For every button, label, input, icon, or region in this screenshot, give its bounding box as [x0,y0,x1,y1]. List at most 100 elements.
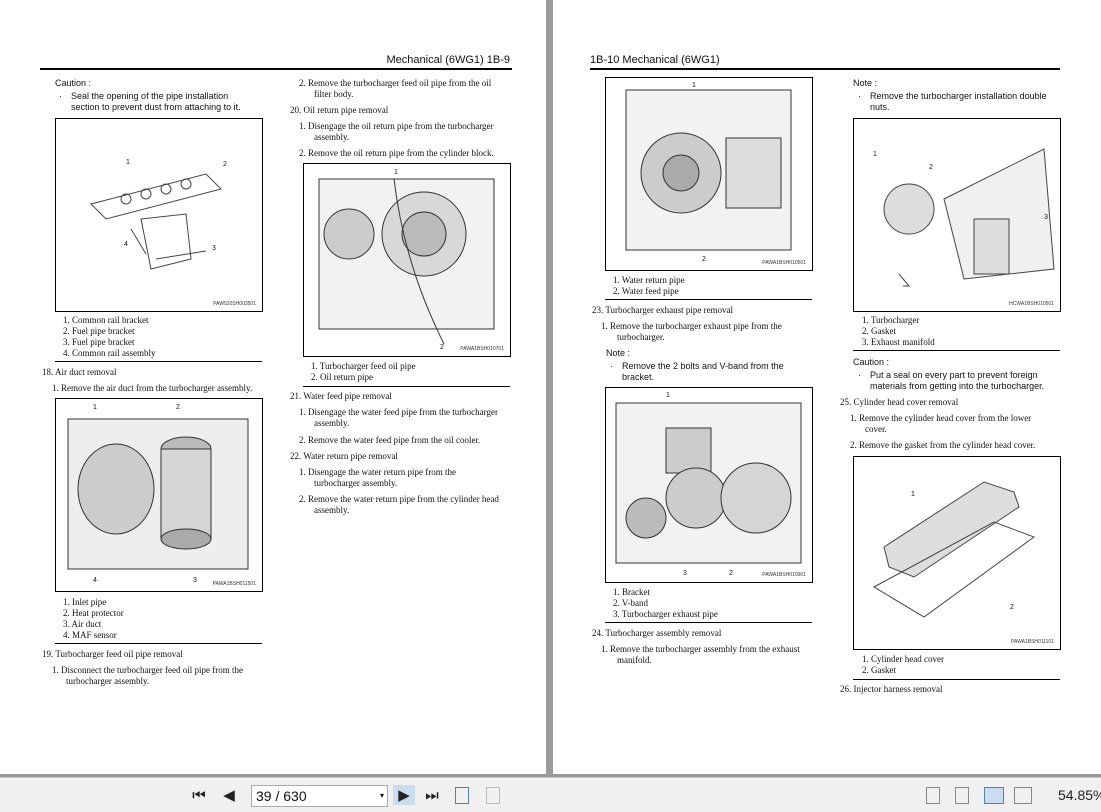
step-text: 1. Disconnect the turbocharger feed oil … [52,665,244,675]
figure-id: PAWA1BSH011101 [1011,639,1054,645]
step-text: 2. Remove the oil return pipe from the c… [299,148,494,158]
step-text: 1. Disengage the water feed pipe from th… [299,407,499,417]
page-header: 1B-10 Mechanical (6WG1) [590,54,720,66]
legend-item: 4. Common rail assembly [63,348,156,358]
step-text: 2. Remove the water feed pipe from the o… [299,435,481,445]
callout: 1 [666,392,670,399]
callout: 2 [702,256,706,263]
step-heading: 24. Turbocharger assembly removal [592,628,722,638]
divider [303,386,510,387]
caution-text: section to prevent dust from attaching t… [71,102,241,112]
callout: 1 [873,151,877,158]
callout: 1 [394,169,398,176]
legend-item: 2. V-band [613,598,649,608]
first-page-icon[interactable]: ⏮ [188,785,210,805]
figure-oil-pipes: 1 2 PAWA1BSH010701 [303,163,511,357]
legend-item: 2. Fuel pipe bracket [63,326,135,336]
note-text: bracket. [622,372,655,382]
callout: 2 [440,344,444,351]
single-page-view-icon[interactable] [926,787,940,804]
caution-text: Seal the opening of the pipe installatio… [71,91,229,101]
callout: 2 [729,570,733,577]
step-text: 1. Remove the air duct from the turbocha… [52,383,253,393]
legend-item: 3. Exhaust manifold [862,337,935,347]
step-text: assembly. [314,418,350,428]
figure-id: PAWA1BSH010901 [762,572,806,578]
figure-id: PAWA1BSH010701 [460,346,504,352]
step-heading: 18. Air duct removal [42,367,117,377]
legend-item: 1. Inlet pipe [63,597,107,607]
figure-exhaust-pipe: 1 2 3 PAWA1BSH010901 [605,387,813,583]
copy-page-icon[interactable] [455,787,469,804]
viewer-toolbar: ⏮ ◀ 39 / 630 ▾ ▶ ⏭ 54.85% [0,777,1101,812]
legend-item: 2. Gasket [862,665,896,675]
legend-item: 3. Fuel pipe bracket [63,337,135,347]
step-heading: 21. Water feed pipe removal [290,391,392,401]
note-text: nuts. [870,102,890,112]
last-page-icon[interactable]: ⏭ [421,785,443,805]
step-text: assembly. [314,505,350,515]
prev-page-icon[interactable]: ◀ [220,785,238,805]
header-rule [590,68,1060,70]
divider [853,350,1060,351]
legend-item: 1. Bracket [613,587,650,597]
step-text: 1. Disengage the oil return pipe from th… [299,121,494,131]
bullet: · [610,361,613,371]
step-heading: 26. Injector harness removal [840,684,943,694]
figure-id: HCWA1BSH010501 [1009,301,1054,307]
callout: 1 [911,491,915,498]
page-number-input[interactable]: 39 / 630 ▾ [251,785,388,807]
page-number-value: 39 / 630 [256,788,307,804]
step-text: manifold. [617,655,652,665]
legend-item: 3. Air duct [63,619,102,629]
step-text: assembly. [314,132,350,142]
figure-water-pipes: 1 2 PAWA1BSH010501 [605,77,813,271]
callout: 1 [692,82,696,89]
step-text: turbocharger assembly. [314,478,398,488]
callout: 2 [929,164,933,171]
note-text: Remove the turbocharger installation dou… [870,91,1047,101]
paste-page-icon[interactable] [486,787,500,804]
step-text: 1. Remove the cylinder head cover from t… [850,413,1032,423]
left-page: Mechanical (6WG1) 1B-9 Caution : · Seal … [0,0,546,774]
legend-item: 1. Turbocharger [862,315,920,325]
callout: 2 [176,404,180,411]
step-text: cover. [865,424,887,434]
divider [605,299,812,300]
step-heading: 22. Water return pipe removal [290,451,398,461]
callout: 4 [124,241,128,248]
figure-cylinder-head-cover: 1 2 PAWA1BSH011101 [853,456,1061,650]
figure-id: PAWA1BSH011501 [212,581,256,587]
legend-item: 1. Common rail bracket [63,315,149,325]
two-page-continuous-view-icon[interactable] [1014,787,1032,804]
legend-item: 3. Turbocharger exhaust pipe [613,609,718,619]
bullet: · [858,91,861,101]
step-text: 2. Remove the gasket from the cylinder h… [850,440,1036,450]
figure-id: PAW520SH003501 [213,301,256,307]
continuous-view-icon[interactable] [955,787,969,804]
callout: 1 [93,404,97,411]
callout: 2 [223,161,227,168]
callout: 4 [93,577,97,584]
legend-item: 1. Cylinder head cover [862,654,944,664]
chevron-down-icon[interactable]: ▾ [380,786,384,806]
step-heading: 25. Cylinder head cover removal [840,397,959,407]
zoom-level[interactable]: 54.85% [1058,785,1101,805]
legend-item: 2. Gasket [862,326,896,336]
legend-item: 1. Water return pipe [613,275,685,285]
legend-item: 2. Heat protector [63,608,124,618]
step-heading: 20. Oil return pipe removal [290,105,389,115]
callout: 3 [1044,214,1048,221]
note-label: Note : [853,78,878,88]
step-text: turbocharger assembly. [66,676,150,686]
callout: 3 [193,577,197,584]
bullet: · [858,370,861,380]
step-text: 2. Remove the water return pipe from the… [299,494,499,504]
legend-item: 4. MAF sensor [63,630,117,640]
figure-turbocharger: 1 2 3 HCWA1BSH010501 [853,118,1061,312]
next-page-icon[interactable]: ▶ [393,785,415,805]
figure-common-rail: 1 2 3 4 PAW520SH003501 [55,118,263,312]
divider [853,679,1060,680]
divider [55,643,262,644]
two-page-view-icon[interactable] [984,787,1004,804]
